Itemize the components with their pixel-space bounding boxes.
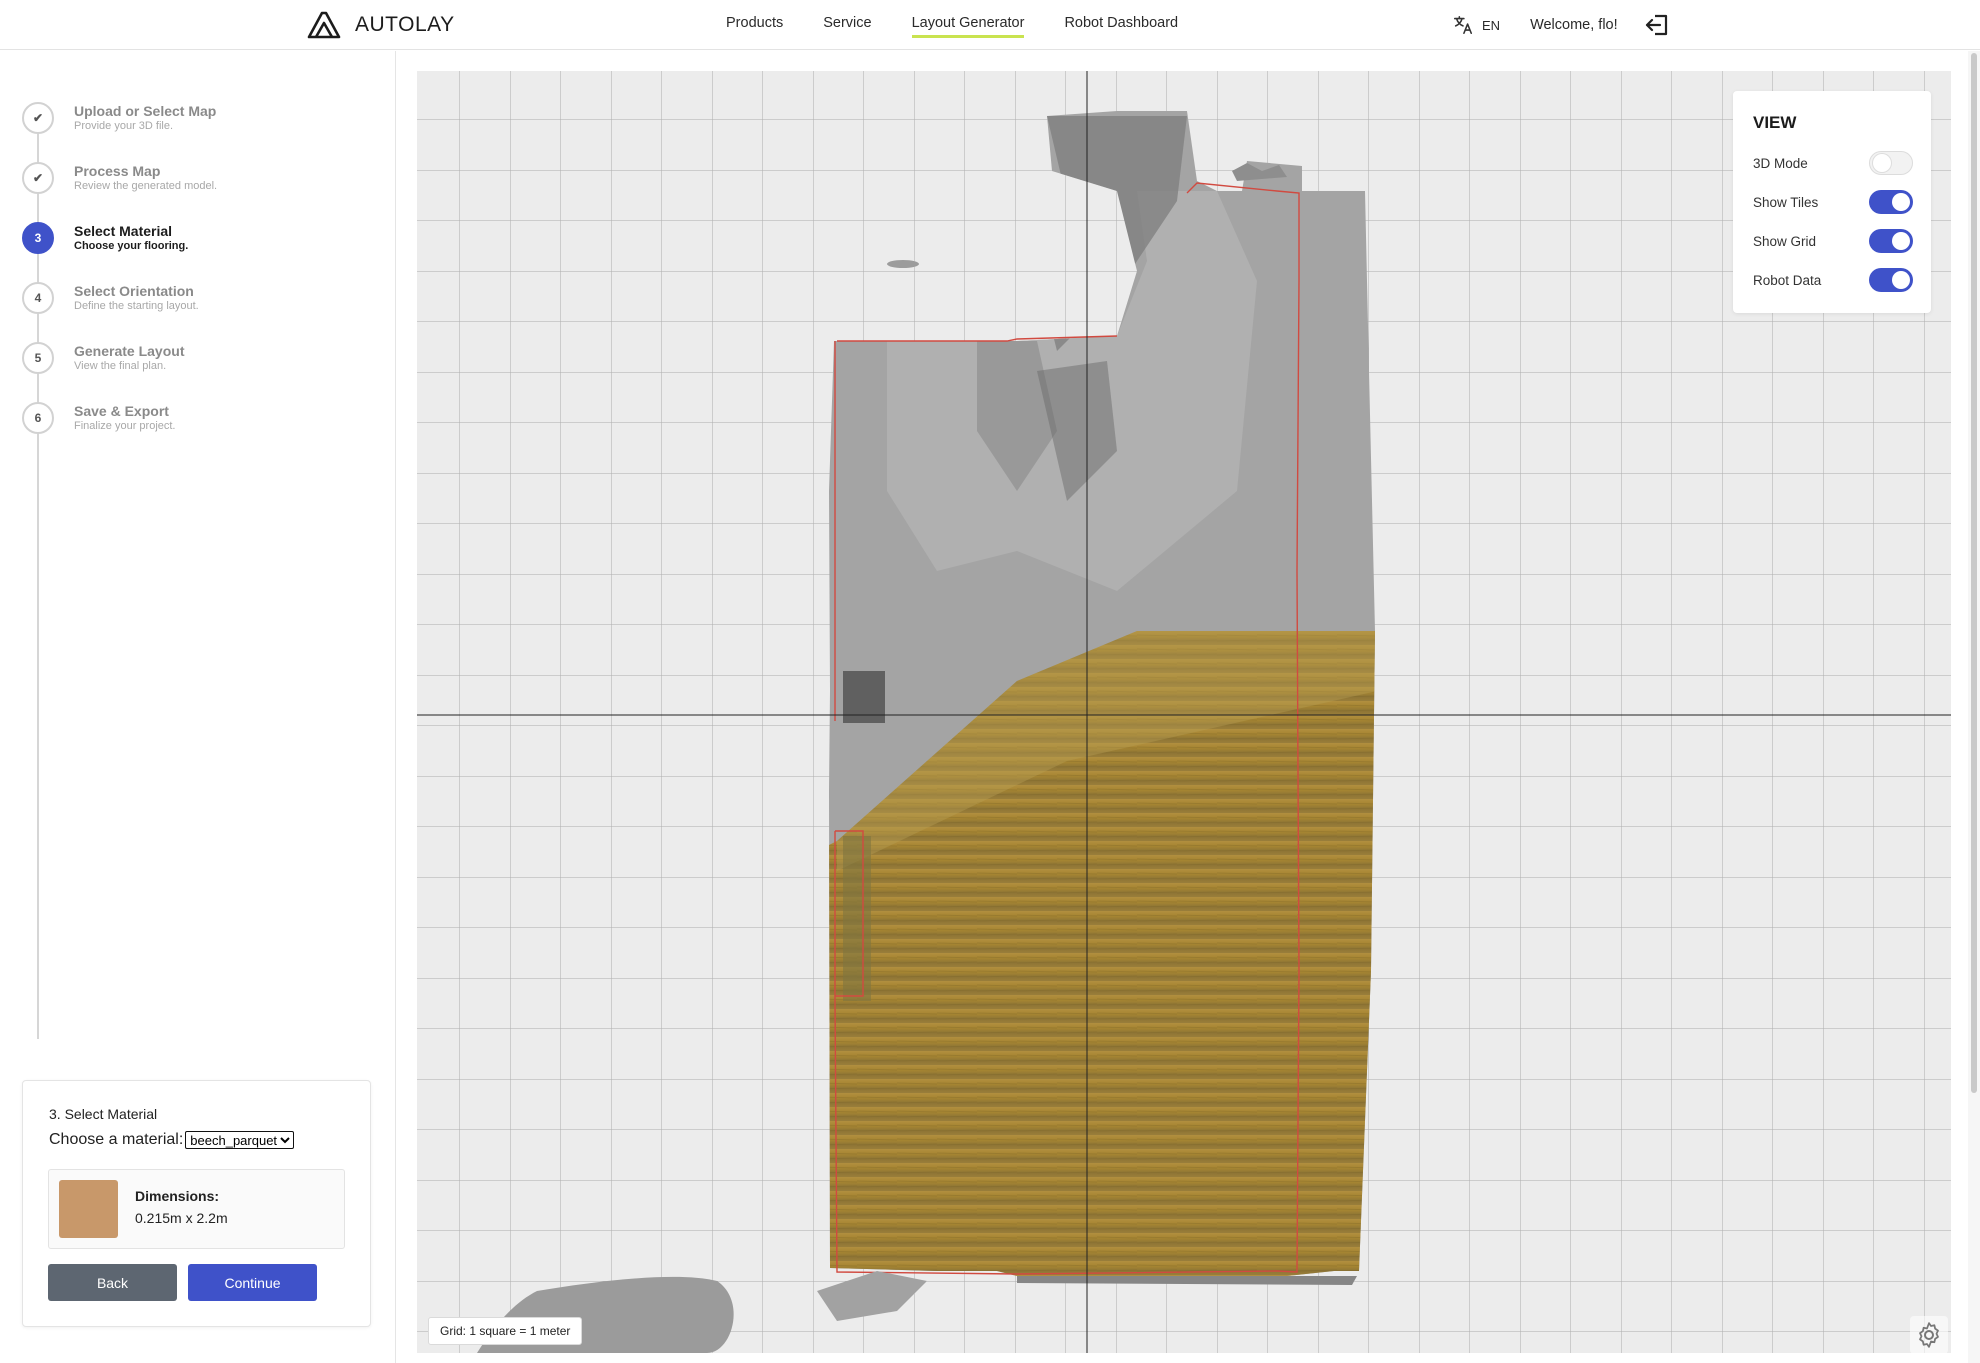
material-panel: 3. Select Material Choose a material: be… (22, 1080, 371, 1327)
scrollbar-thumb[interactable] (1971, 53, 1977, 1093)
step-subtitle: Provide your 3D file. (74, 120, 174, 132)
step-process-map[interactable]: ✔ Process Map Review the generated model… (22, 162, 217, 194)
show-grid-toggle[interactable] (1869, 229, 1913, 253)
step-number: 6 (22, 402, 54, 434)
toggle-label: 3D Mode (1753, 155, 1808, 171)
logout-icon (1645, 14, 1667, 36)
material-label: Choose a material: (49, 1131, 184, 1148)
toggle-knob (1873, 154, 1891, 172)
brand-name: AUTOLAY (355, 13, 455, 36)
language-code: EN (1482, 17, 1501, 33)
step-save-export[interactable]: 6 Save & Export Finalize your project. (22, 402, 176, 434)
welcome-text: Welcome, flo! (1530, 17, 1618, 33)
toggle-knob (1892, 193, 1910, 211)
nav-layout-generator[interactable]: Layout Generator (911, 15, 1025, 38)
toggle-row-show-tiles: Show Tiles (1753, 190, 1913, 214)
step-select-material[interactable]: 3 Select Material Choose your flooring. (22, 222, 188, 254)
nav-products[interactable]: Products (726, 15, 783, 38)
nav-service[interactable]: Service (823, 15, 871, 38)
robot-data-toggle[interactable] (1869, 268, 1913, 292)
gear-icon (1919, 1322, 1939, 1348)
toggle-knob (1892, 232, 1910, 250)
grid-scale-label: Grid: 1 square = 1 meter (428, 1317, 583, 1345)
logout-button[interactable] (1644, 13, 1670, 37)
material-select[interactable]: beech_parquet (185, 1131, 295, 1149)
page-scrollbar[interactable] (1968, 51, 1980, 1363)
step-title: Select Material (74, 223, 173, 239)
step-upload-map[interactable]: ✔ Upload or Select Map Provide your 3D f… (22, 102, 216, 134)
toggle-row-show-grid: Show Grid (1753, 229, 1913, 253)
material-info-box: Dimensions: 0.215m x 2.2m (48, 1169, 345, 1249)
dimensions-value: 0.215m x 2.2m (135, 1210, 228, 1226)
brand-logo[interactable]: AUTOLAY (305, 10, 455, 40)
main-nav: Products Service Layout Generator Robot … (726, 15, 1178, 38)
viewport-settings-button[interactable] (1910, 1316, 1948, 1354)
back-button[interactable]: Back (48, 1264, 177, 1301)
toggle-knob (1892, 271, 1910, 289)
map-canvas[interactable] (417, 71, 1951, 1353)
panel-title: 3. Select Material (49, 1106, 158, 1122)
step-subtitle: Choose your flooring. (74, 240, 189, 252)
top-bar: AUTOLAY Products Service Layout Generato… (0, 0, 1980, 50)
step-subtitle: Review the generated model. (74, 180, 218, 192)
header-actions: EN Welcome, flo! (1452, 13, 1670, 37)
translate-icon (1453, 15, 1473, 35)
step-title: Upload or Select Map (74, 103, 217, 119)
step-title: Save & Export (74, 403, 169, 419)
3d-mode-toggle[interactable] (1869, 151, 1913, 175)
step-subtitle: Finalize your project. (74, 420, 176, 432)
toggle-row-robot-data: Robot Data (1753, 268, 1913, 292)
step-subtitle: View the final plan. (74, 360, 167, 372)
nav-robot-dashboard[interactable]: Robot Dashboard (1064, 15, 1178, 38)
toggle-label: Robot Data (1753, 272, 1822, 288)
step-title: Process Map (74, 163, 161, 179)
view-panel-title: VIEW (1753, 113, 1797, 132)
autolay-logo-icon (307, 11, 341, 39)
continue-button[interactable]: Continue (188, 1264, 317, 1301)
toggle-row-3d-mode: 3D Mode (1753, 151, 1913, 175)
toggle-label: Show Grid (1753, 233, 1817, 249)
step-number: 4 (22, 282, 54, 314)
step-title: Generate Layout (74, 343, 185, 359)
material-row: Choose a material: beech_parquet (49, 1131, 295, 1149)
map-viewport[interactable] (417, 71, 1951, 1353)
mesh-fragment (887, 260, 919, 268)
step-check-icon: ✔ (22, 102, 54, 134)
view-options-panel: VIEW 3D Mode Show Tiles Show Grid Robot … (1733, 91, 1931, 313)
language-selector[interactable]: EN (1452, 14, 1500, 36)
step-check-icon: ✔ (22, 162, 54, 194)
dimensions-label: Dimensions: (135, 1188, 220, 1204)
step-title: Select Orientation (74, 283, 194, 299)
step-select-orientation[interactable]: 4 Select Orientation Define the starting… (22, 282, 199, 314)
step-subtitle: Define the starting layout. (74, 300, 199, 312)
step-generate-layout[interactable]: 5 Generate Layout View the final plan. (22, 342, 184, 374)
step-number: 3 (22, 222, 54, 254)
toggle-label: Show Tiles (1753, 194, 1819, 210)
material-swatch (59, 1180, 118, 1238)
steps-connector (37, 117, 39, 1039)
show-tiles-toggle[interactable] (1869, 190, 1913, 214)
step-number: 5 (22, 342, 54, 374)
